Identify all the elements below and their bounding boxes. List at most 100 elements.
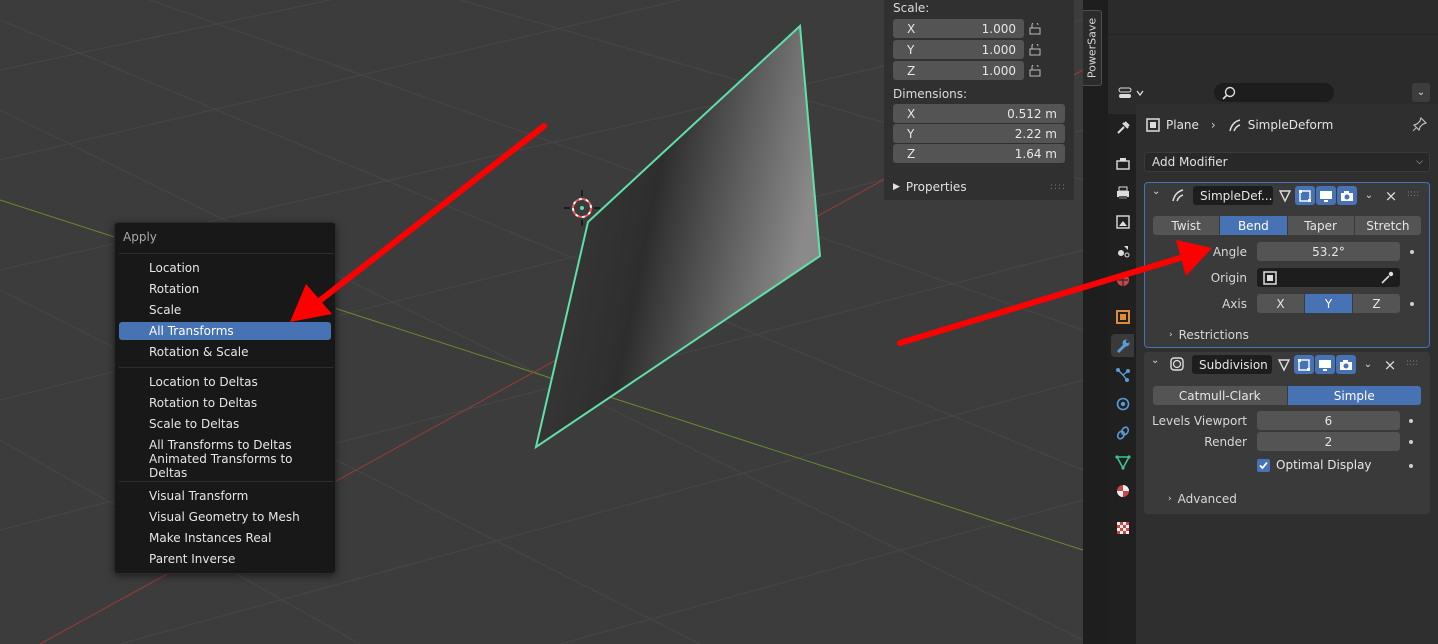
lock-icon[interactable] — [1024, 19, 1046, 38]
on-cage-toggle[interactable] — [1274, 355, 1294, 374]
tab-object[interactable] — [1111, 305, 1134, 328]
keyframe-dot-icon[interactable] — [1410, 250, 1414, 254]
viewport-toggle[interactable] — [1316, 186, 1336, 205]
keyframe-dot-icon[interactable] — [1410, 302, 1414, 306]
menu-item-animated-transforms-to-deltas[interactable]: Animated Transforms to Deltas — [119, 452, 331, 480]
tab-particles[interactable] — [1111, 363, 1134, 386]
modifier-options-dropdown[interactable]: ⌄ — [1358, 355, 1378, 374]
drag-handle-icon[interactable]: :::: — [1407, 189, 1419, 199]
options-dropdown[interactable]: ⌄ — [1412, 83, 1430, 102]
viewport-toggle[interactable] — [1315, 355, 1335, 374]
collapse-chevron-icon[interactable]: ⌄ — [1152, 186, 1160, 197]
tab-modifiers[interactable] — [1111, 334, 1134, 357]
on-cage-toggle[interactable] — [1275, 186, 1295, 205]
remove-modifier-button[interactable]: × — [1381, 186, 1401, 205]
subdivision-mode-selector: Catmull-Clark Simple — [1153, 386, 1421, 405]
mesh-data-icon — [1114, 454, 1131, 470]
tab-texture[interactable] — [1111, 516, 1134, 539]
keyframe-dot-icon[interactable] — [1409, 440, 1413, 444]
keyframe-dot-icon[interactable] — [1409, 464, 1413, 468]
scene-icon — [1117, 245, 1129, 257]
object-icon — [1263, 270, 1277, 285]
tab-output[interactable] — [1111, 181, 1134, 204]
menu-item-scale-to-deltas[interactable]: Scale to Deltas — [119, 415, 331, 433]
breadcrumb-object: Plane — [1166, 118, 1199, 132]
keyframe-dot-icon[interactable] — [1409, 419, 1413, 423]
simple-deform-icon — [1172, 189, 1184, 202]
menu-item-rotation-to-deltas[interactable]: Rotation to Deltas — [119, 394, 331, 412]
particles-icon — [1115, 367, 1130, 382]
menu-item-make-instances-real[interactable]: Make Instances Real — [119, 529, 331, 547]
modifier-name-field[interactable]: SimpleDef... — [1193, 186, 1273, 205]
axis-x[interactable]: X — [1257, 294, 1305, 313]
levels-viewport-field[interactable]: 6 — [1257, 411, 1400, 430]
scale-y-row: Y 1.000 — [893, 40, 1065, 59]
dimensions-x-field[interactable]: X 0.512 m — [893, 104, 1065, 123]
axis-y[interactable]: Y — [1305, 294, 1353, 313]
menu-item-visual-transform[interactable]: Visual Transform — [119, 487, 331, 505]
3d-viewport[interactable]: Scale: X 1.000 Y 1.000 Z 1.000 Dimension… — [0, 0, 1083, 644]
menu-item-rotation[interactable]: Rotation — [119, 280, 331, 298]
tab-world[interactable] — [1111, 268, 1134, 291]
menu-item-scale[interactable]: Scale — [119, 301, 331, 319]
properties-subpanel-header[interactable]: ▶ Properties :::: — [884, 176, 1074, 198]
lock-icon[interactable] — [1024, 40, 1046, 59]
tab-physics[interactable] — [1111, 392, 1134, 415]
axis-z[interactable]: Z — [1353, 294, 1400, 313]
monitor-icon — [1320, 190, 1332, 202]
render-levels-field[interactable]: 2 — [1257, 432, 1400, 451]
edit-mode-toggle[interactable] — [1295, 186, 1315, 205]
restrictions-subpanel[interactable]: › Restrictions — [1169, 328, 1249, 342]
menu-item-all-transforms[interactable]: All Transforms — [119, 322, 331, 340]
mode-simple[interactable]: Simple — [1287, 386, 1421, 405]
menu-item-location-to-deltas[interactable]: Location to Deltas — [119, 373, 331, 391]
remove-modifier-button[interactable]: × — [1380, 355, 1400, 374]
tab-render[interactable] — [1111, 152, 1134, 175]
edit-mode-toggle[interactable] — [1294, 355, 1314, 374]
menu-item-visual-geometry-to-mesh[interactable]: Visual Geometry to Mesh — [119, 508, 331, 526]
mode-stretch[interactable]: Stretch — [1354, 216, 1421, 235]
dimensions-y-field[interactable]: Y 2.22 m — [893, 124, 1065, 143]
chevron-right-icon: ▶ — [893, 182, 900, 192]
modifier-name-field[interactable]: Subdivision — [1192, 355, 1272, 374]
wrench-icon — [1116, 339, 1129, 353]
tab-material[interactable] — [1111, 479, 1134, 502]
editor-type-button[interactable] — [1116, 83, 1148, 102]
tab-view-layer[interactable] — [1111, 210, 1134, 233]
mode-taper[interactable]: Taper — [1287, 216, 1355, 235]
menu-item-location[interactable]: Location — [119, 259, 331, 277]
mode-catmull-clark[interactable]: Catmull-Clark — [1153, 386, 1288, 405]
collapse-chevron-icon[interactable]: ⌄ — [1151, 355, 1159, 366]
origin-field[interactable] — [1257, 268, 1400, 287]
tab-data[interactable] — [1111, 450, 1134, 473]
lock-icon[interactable] — [1024, 61, 1046, 80]
pin-icon[interactable] — [1412, 116, 1428, 135]
mode-twist[interactable]: Twist — [1153, 216, 1221, 235]
search-input[interactable] — [1214, 83, 1334, 102]
drag-handle-icon[interactable]: :::: — [1406, 358, 1418, 368]
selected-plane — [534, 23, 822, 450]
mode-bend[interactable]: Bend — [1220, 216, 1288, 235]
menu-separator — [119, 253, 333, 254]
drag-handle-icon[interactable]: :::: — [1050, 182, 1066, 192]
menu-item-parent-inverse[interactable]: Parent Inverse — [119, 550, 331, 568]
scale-y-field[interactable]: Y 1.000 — [893, 40, 1024, 59]
powersave-tab[interactable]: PowerSave — [1083, 10, 1102, 86]
eyedropper-icon[interactable] — [1380, 271, 1394, 285]
angle-field[interactable]: 53.2° — [1257, 242, 1400, 261]
tab-constraints[interactable] — [1111, 421, 1134, 444]
properties-editor: ⌄ Plane › SimpleDeform Add Modifier ⌵ ⌄ … — [1108, 80, 1438, 644]
render-toggle[interactable] — [1337, 186, 1357, 205]
add-modifier-dropdown[interactable]: Add Modifier ⌵ — [1144, 152, 1430, 172]
render-toggle[interactable] — [1336, 355, 1356, 374]
levels-viewport-label: Levels Viewport — [1152, 414, 1247, 428]
tab-scene[interactable] — [1111, 239, 1134, 262]
scale-x-field[interactable]: X 1.000 — [893, 19, 1024, 38]
menu-item-rotation-scale[interactable]: Rotation & Scale — [119, 343, 331, 361]
optimal-display-checkbox[interactable]: Optimal Display — [1257, 458, 1372, 472]
advanced-subpanel[interactable]: › Advanced — [1168, 492, 1237, 506]
tab-tool[interactable] — [1111, 116, 1134, 139]
dimensions-z-field[interactable]: Z 1.64 m — [893, 144, 1065, 163]
modifier-options-dropdown[interactable]: ⌄ — [1359, 186, 1379, 205]
scale-z-field[interactable]: Z 1.000 — [893, 61, 1024, 80]
